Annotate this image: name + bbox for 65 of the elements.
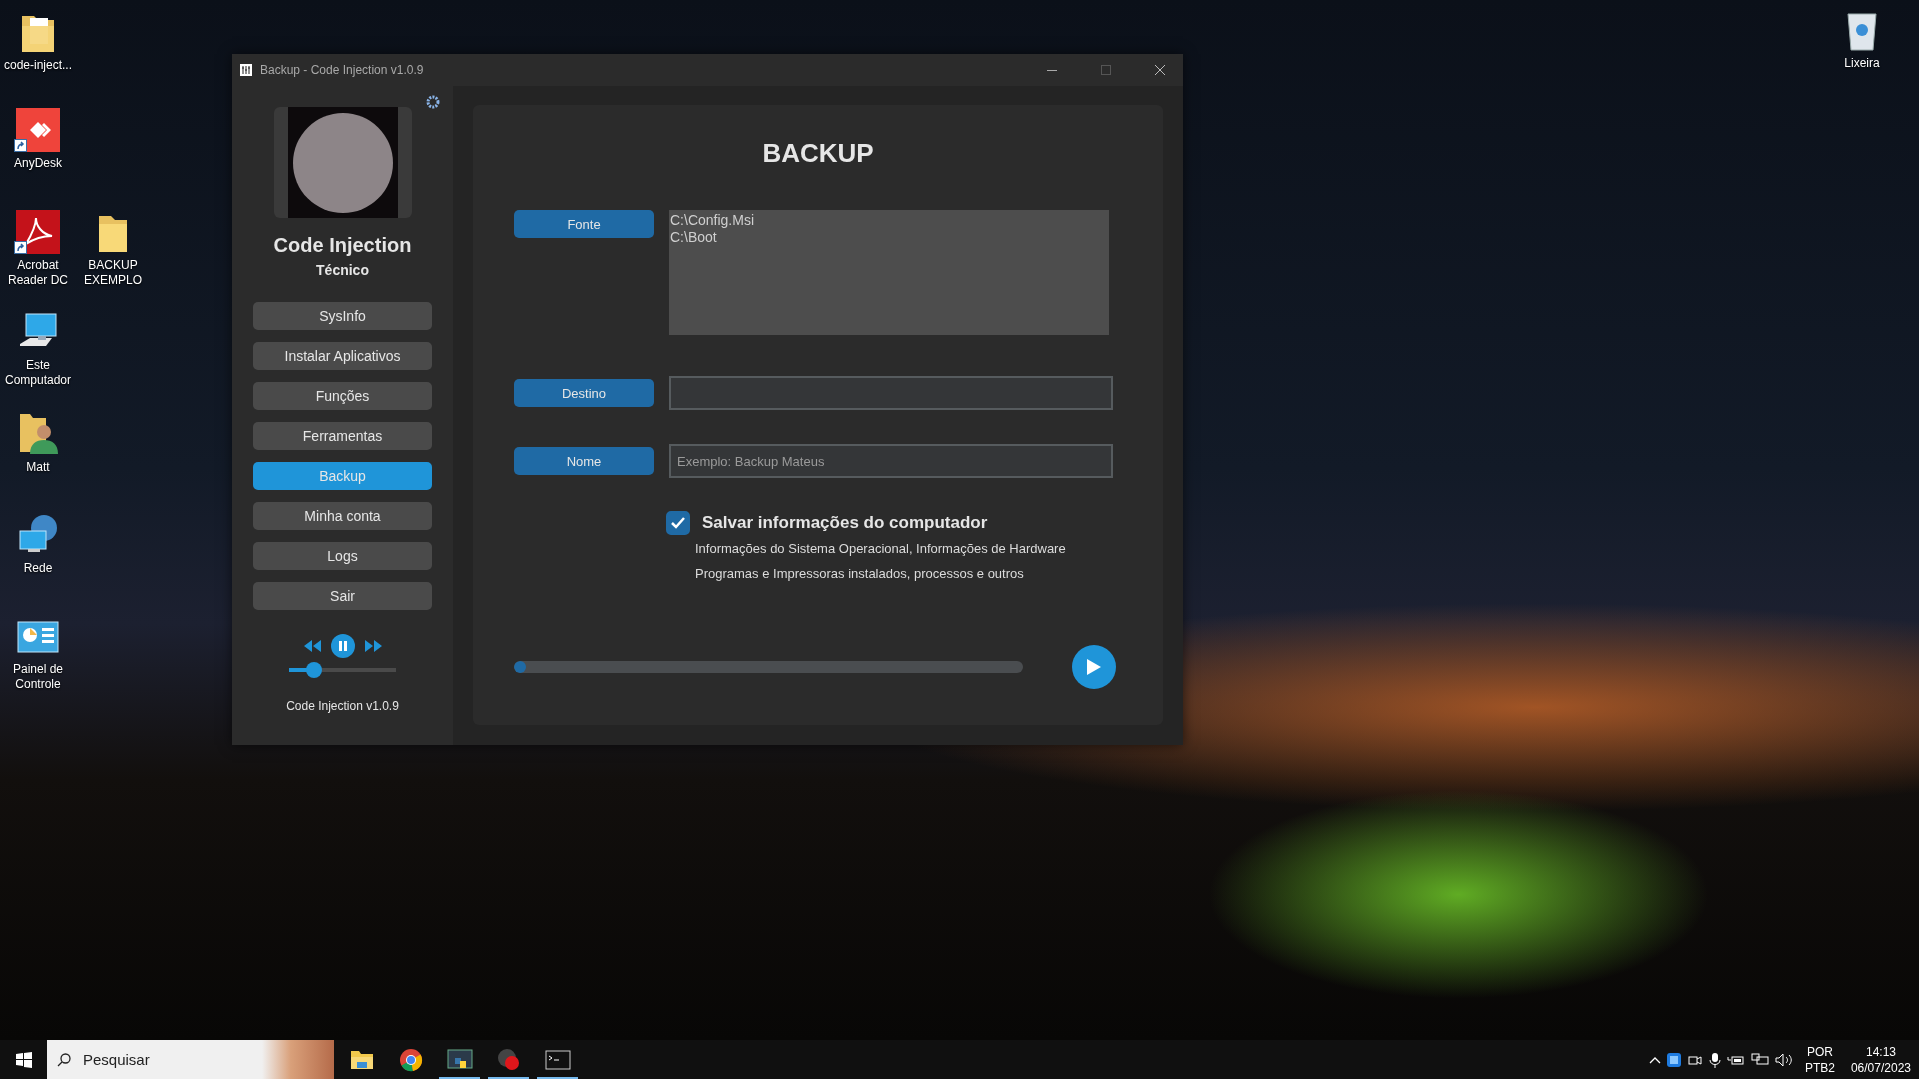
nav-button[interactable]: Logs	[253, 542, 432, 570]
record-icon[interactable]	[496, 1047, 521, 1072]
settings-icon[interactable]	[426, 95, 440, 109]
profile-name: Code Injection	[273, 233, 412, 257]
app-tile-icon	[16, 108, 60, 152]
field-button[interactable]: Fonte	[514, 210, 654, 238]
list-item[interactable]: C:\Boot	[669, 229, 1109, 246]
battery-icon[interactable]	[1726, 1053, 1745, 1066]
desktop-icon-label[interactable]: Este Computador	[0, 358, 76, 388]
search-highlight-picture	[262, 1040, 334, 1079]
app-icon	[240, 64, 252, 76]
nav-button[interactable]: Minha conta	[253, 502, 432, 530]
nav-button[interactable]: Instalar Aplicativos	[253, 342, 432, 370]
checkbox-label: Salvar informações do computador	[702, 513, 988, 533]
volume-icon[interactable]	[1774, 1052, 1793, 1067]
close-icon[interactable]	[1155, 65, 1165, 75]
nav-button[interactable]: Sair	[253, 582, 432, 610]
desktop-icon-label[interactable]: Matt	[0, 460, 76, 475]
version-label: Code Injection v1.0.9	[286, 699, 399, 713]
profile-role: Técnico	[316, 261, 369, 279]
terminal-icon[interactable]	[544, 1049, 571, 1070]
input-field[interactable]	[669, 376, 1113, 410]
pause-button[interactable]	[330, 634, 355, 658]
field-button[interactable]: Nome	[514, 447, 654, 475]
ring-logo-icon[interactable]	[398, 1047, 423, 1072]
source-list[interactable]: C:\Config.Msi C:\Boot	[669, 210, 1109, 335]
desktop-icon-label[interactable]: Lixeira	[1824, 56, 1900, 71]
option-description: Informações do Sistema Operacional, Informações de Hardware	[695, 540, 1067, 558]
fast-forward-icon[interactable]	[364, 640, 382, 652]
window-title: Backup - Code Injection v1.0.9	[260, 63, 425, 77]
user-folder-icon	[18, 412, 58, 456]
keyboard-layout-label[interactable]: PTB2	[1804, 1059, 1835, 1076]
desktop-icon-label[interactable]: Acrobat Reader DC	[0, 258, 76, 288]
clock-time[interactable]: 14:13	[1865, 1043, 1896, 1060]
minimize-icon[interactable]	[1047, 69, 1057, 71]
microphone-icon[interactable]	[1708, 1051, 1721, 1068]
language-label[interactable]: POR	[1806, 1043, 1833, 1060]
document-app-icon	[16, 210, 60, 254]
desktop-icon-label[interactable]: BACKUP EXEMPLO	[75, 258, 151, 288]
nav-button[interactable]: SysInfo	[253, 302, 432, 330]
rewind-icon[interactable]	[303, 640, 321, 652]
search-icon	[57, 1052, 71, 1067]
folder-icon[interactable]	[349, 1049, 374, 1070]
chevron-up-icon[interactable]	[1648, 1055, 1661, 1064]
list-item[interactable]: C:\Config.Msi	[669, 212, 1109, 229]
field-button[interactable]: Destino	[514, 379, 654, 407]
app-square-icon[interactable]	[1666, 1052, 1681, 1067]
nav-button[interactable]: Funções	[253, 382, 432, 410]
start-button[interactable]	[1072, 645, 1116, 689]
code-window-icon[interactable]	[446, 1047, 473, 1072]
checkmark-icon[interactable]	[671, 517, 685, 529]
nav-button[interactable]: Ferramentas	[253, 422, 432, 450]
search-field[interactable]: Pesquisar	[81, 1050, 205, 1069]
clock-date[interactable]: 06/07/2023	[1850, 1059, 1911, 1076]
desktop-icon-label[interactable]: code-inject...	[0, 58, 76, 73]
page-title: BACKUP	[761, 137, 875, 170]
option-description: Programas e Impressoras instalados, processos e outros	[695, 565, 1025, 583]
desktop-icon-label[interactable]: AnyDesk	[0, 156, 76, 171]
input-field[interactable]: Exemplo: Backup Mateus	[669, 444, 1113, 478]
desktop-icon-label[interactable]: Rede	[0, 561, 76, 576]
checkbox[interactable]	[666, 511, 690, 535]
network-icon[interactable]	[1750, 1052, 1769, 1067]
volume-thumb[interactable]	[305, 662, 322, 678]
desktop-icon-label[interactable]: Painel de Controle	[0, 662, 76, 692]
start-icon[interactable]	[15, 1051, 32, 1068]
